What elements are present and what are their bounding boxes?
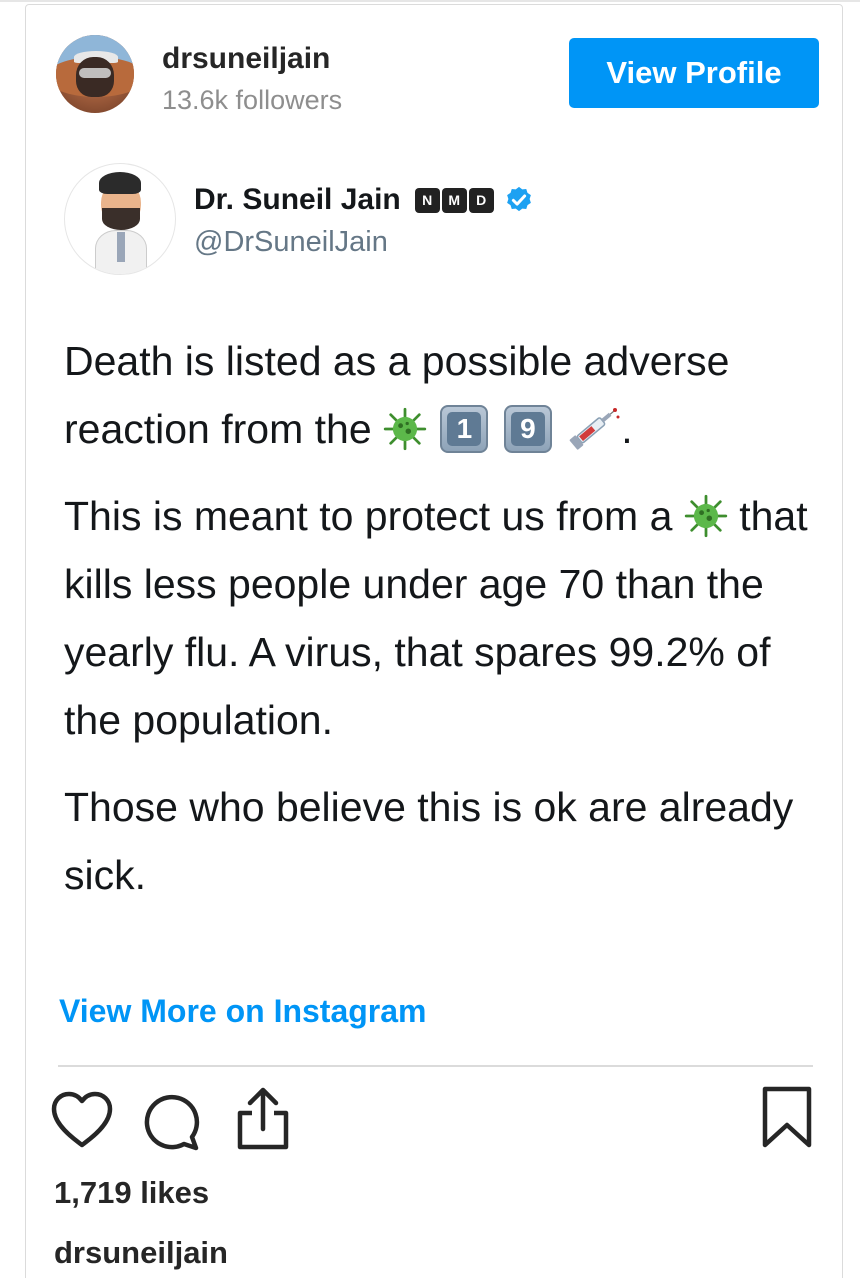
top-border — [0, 0, 860, 2]
tweet-text-1-end: . — [621, 406, 633, 452]
profile-username[interactable]: drsuneiljain — [162, 42, 330, 76]
tweet-author-handle: @DrSuneilJain — [194, 226, 388, 258]
tweet-author-name-row: Dr. Suneil Jain N M D — [194, 183, 534, 217]
view-more-on-instagram-link[interactable]: View More on Instagram — [59, 993, 427, 1030]
like-count[interactable]: 1,719 likes — [54, 1175, 209, 1211]
bookmark-icon[interactable] — [760, 1085, 814, 1149]
badge-d: D — [468, 187, 494, 213]
tweet-paragraph-3: Those who believe this is ok are already… — [64, 784, 794, 898]
keycap-9: 9 — [503, 405, 552, 454]
tweet-paragraph-1: Death is listed as a possible adverse re… — [64, 327, 824, 463]
keycap-1: 1 — [440, 405, 489, 454]
tweet-text-2a: This is meant to protect us from a — [64, 493, 673, 539]
share-icon[interactable] — [232, 1085, 294, 1151]
follower-count: 13.6k followers — [162, 85, 343, 115]
heart-icon[interactable] — [50, 1091, 114, 1149]
profile-avatar[interactable] — [56, 35, 134, 113]
verified-icon — [506, 186, 531, 212]
virus-emoji — [383, 407, 427, 451]
syringe-emoji — [569, 408, 620, 450]
virus-emoji — [684, 494, 727, 538]
tweet-author-name: Dr. Suneil Jain — [194, 183, 401, 216]
tweet-body: Death is listed as a possible adverse re… — [64, 327, 824, 928]
divider — [58, 1065, 813, 1067]
tweet-author-avatar — [64, 163, 176, 275]
tweet-paragraph-2: This is meant to protect us from a that … — [64, 482, 824, 754]
view-profile-button[interactable]: View Profile — [569, 38, 819, 108]
caption-username[interactable]: drsuneiljain — [54, 1235, 228, 1271]
badge-n: N — [414, 187, 440, 213]
badge-m: M — [441, 187, 467, 213]
comment-icon[interactable] — [140, 1091, 200, 1151]
instagram-embed-card: drsuneiljain 13.6k followers View Profil… — [25, 4, 843, 1278]
nmd-badges: N M D — [414, 187, 494, 213]
